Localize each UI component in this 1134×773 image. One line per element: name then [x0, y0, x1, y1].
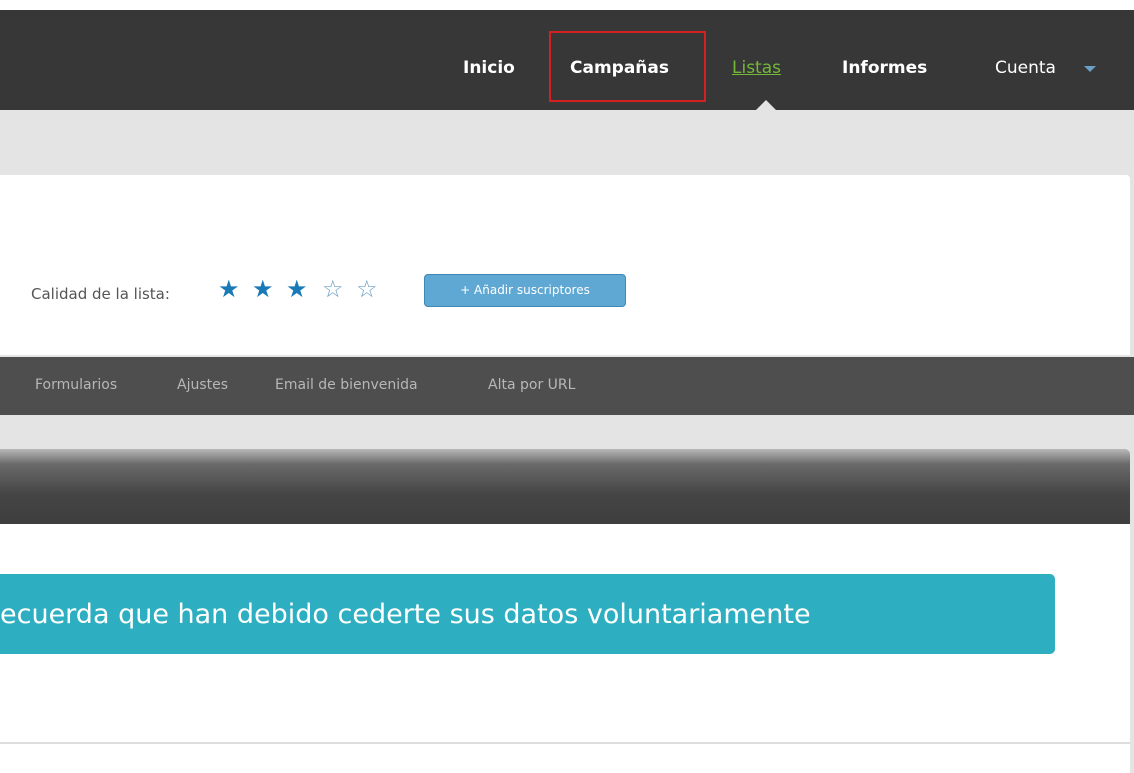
- star-empty-icon: ☆: [356, 275, 378, 303]
- nav-inicio[interactable]: Inicio: [463, 58, 515, 78]
- chevron-down-icon[interactable]: [1084, 66, 1096, 72]
- nav-listas[interactable]: Listas: [732, 58, 781, 78]
- nav-cuenta[interactable]: Cuenta: [995, 58, 1056, 78]
- campanas-highlight-box: [549, 31, 706, 102]
- subnav-alta-por-url[interactable]: Alta por URL: [488, 377, 575, 393]
- list-header-panel: [0, 175, 1130, 355]
- list-quality-label: Calidad de la lista:: [31, 285, 170, 303]
- section-header-bar: [0, 449, 1130, 524]
- info-banner-text: ecuerda que han debido cederte sus datos…: [0, 599, 811, 630]
- add-subscribers-button[interactable]: + Añadir suscriptores: [424, 274, 626, 307]
- section-divider: [0, 742, 1130, 744]
- nav-informes[interactable]: Informes: [842, 58, 927, 78]
- star-filled-icon: ★: [286, 275, 308, 303]
- subnav-formularios[interactable]: Formularios: [35, 377, 117, 393]
- subnav-email-de-bienvenida[interactable]: Email de bienvenida: [275, 377, 418, 393]
- subnav-ajustes[interactable]: Ajustes: [177, 377, 228, 393]
- star-filled-icon: ★: [218, 275, 240, 303]
- active-tab-pointer: [756, 100, 776, 110]
- star-empty-icon: ☆: [322, 275, 344, 303]
- star-filled-icon: ★: [252, 275, 274, 303]
